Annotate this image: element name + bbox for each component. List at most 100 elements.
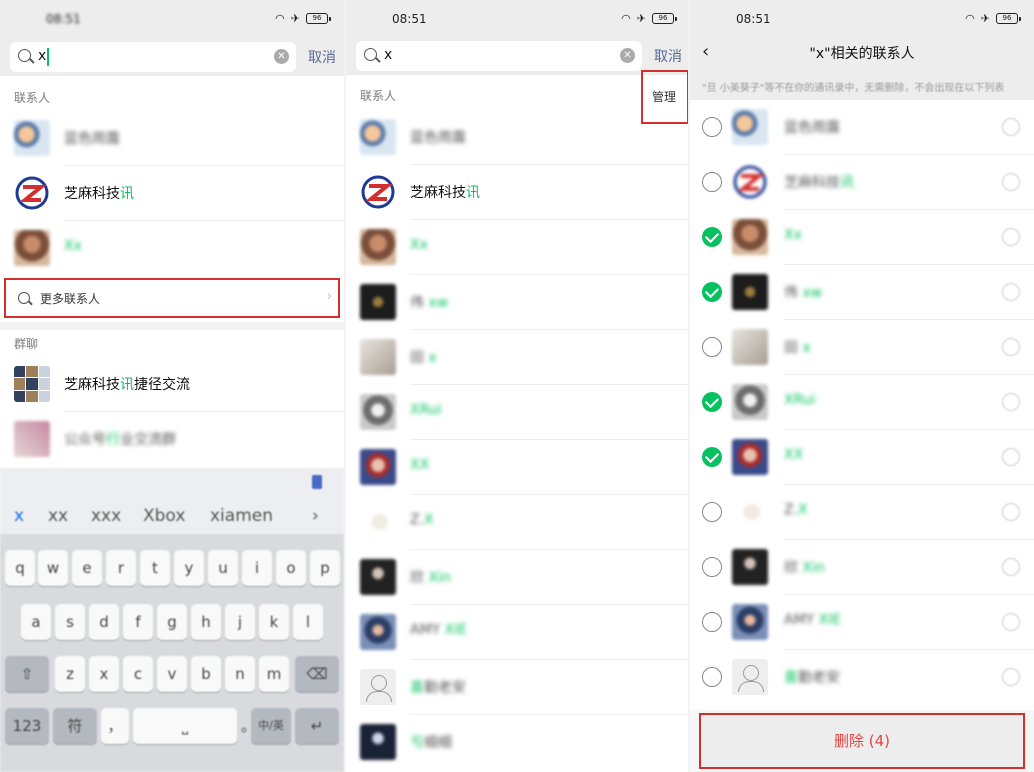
key-period[interactable]: 。 (241, 708, 256, 744)
search-input[interactable]: x ✕ (356, 41, 642, 71)
key-t[interactable]: t (140, 550, 170, 586)
selectable-contact-row[interactable]: Xx (690, 210, 1034, 265)
contact-row[interactable]: 欣 Xin (346, 550, 690, 605)
cancel-button[interactable]: 取消 (654, 46, 682, 66)
checkbox[interactable] (702, 557, 722, 577)
chevron-right-icon[interactable]: › (312, 506, 319, 526)
input-method-icon[interactable] (312, 475, 322, 489)
key-h[interactable]: h (191, 604, 221, 640)
checkbox[interactable] (702, 172, 722, 192)
checkbox[interactable] (702, 667, 722, 687)
search-input[interactable]: x ✕ (10, 42, 296, 72)
key-y[interactable]: y (174, 550, 204, 586)
backspace-key[interactable]: ⌫ (295, 656, 339, 692)
key-m[interactable]: m (259, 656, 289, 692)
contact-row[interactable]: XRui (346, 385, 690, 440)
contact-row[interactable]: AMY XIE (346, 605, 690, 660)
key-b[interactable]: b (191, 656, 221, 692)
checkbox[interactable] (702, 612, 722, 632)
key-q[interactable]: q (5, 550, 35, 586)
selectable-contact-row[interactable]: AMY XIE (690, 595, 1034, 650)
contact-row[interactable]: 芝麻科技讯 (346, 165, 690, 220)
check-icon[interactable] (702, 227, 722, 247)
checkbox[interactable] (702, 117, 722, 137)
key-u[interactable]: u (208, 550, 238, 586)
contact-row[interactable]: 伟 xw (346, 275, 690, 330)
selectable-contact-row[interactable]: 伟 xw (690, 265, 1034, 320)
selectable-contact-row[interactable]: 欣 Xin (690, 540, 1034, 595)
status-bar: 08:51 ◠ ✈ 96 (0, 0, 344, 38)
checkbox[interactable] (702, 502, 722, 522)
more-contacts-button[interactable]: 更多联系人 › (4, 278, 340, 318)
avatar (732, 439, 768, 475)
key-n[interactable]: n (225, 656, 255, 692)
cancel-button[interactable]: 取消 (308, 47, 336, 67)
info-icon (1002, 173, 1020, 191)
avatar (732, 219, 768, 255)
contact-row[interactable]: 亏细细 (346, 715, 690, 770)
selectable-contact-row[interactable]: XRui (690, 375, 1034, 430)
manage-contacts-panel: 08:51 ◠ ✈ 96 ‹ "x"相关的联系人 "旦 小美葵子"等不在你的通讯… (690, 0, 1034, 772)
check-icon[interactable] (702, 392, 722, 412)
selectable-contact-row[interactable]: 喜勤老安 (690, 650, 1034, 705)
contact-row[interactable]: 喜勤老安 (346, 660, 690, 715)
check-icon[interactable] (702, 447, 722, 467)
key-f[interactable]: f (123, 604, 153, 640)
suggestion-item[interactable]: xxx (91, 506, 121, 526)
selectable-contact-row[interactable]: 田 x (690, 320, 1034, 375)
key-j[interactable]: j (225, 604, 255, 640)
clear-icon[interactable]: ✕ (274, 49, 289, 64)
selectable-contact-row[interactable]: 芝麻科技讯 (690, 155, 1034, 210)
contact-row[interactable]: Z.X (346, 495, 690, 550)
suggestion-item[interactable]: xiamen (210, 506, 273, 526)
key-p[interactable]: p (310, 550, 340, 586)
contact-row[interactable]: Xx (0, 221, 344, 276)
key-123[interactable]: 123 (5, 708, 49, 744)
key-c[interactable]: c (123, 656, 153, 692)
space-key[interactable]: ⎵ (133, 708, 237, 744)
contact-row[interactable]: 田 x (346, 330, 690, 385)
contact-row[interactable]: 蓝色雨露 (346, 110, 690, 165)
group-row[interactable]: 芝麻科技讯捷径交流 (0, 357, 344, 412)
key-e[interactable]: e (72, 550, 102, 586)
contact-row[interactable]: 芝麻科技讯 (0, 166, 344, 221)
clear-icon[interactable]: ✕ (620, 48, 635, 63)
suggestion-item[interactable]: xx (48, 506, 68, 526)
key-a[interactable]: a (21, 604, 51, 640)
key-v[interactable]: v (157, 656, 187, 692)
key-o[interactable]: o (276, 550, 306, 586)
key-k[interactable]: k (259, 604, 289, 640)
key-symbols[interactable]: 符 (53, 708, 97, 744)
selectable-contact-row[interactable]: 蓝色雨露 (690, 100, 1034, 155)
contact-name: 喜勤老安 (410, 680, 466, 696)
key-s[interactable]: s (55, 604, 85, 640)
selectable-contact-row[interactable]: XX (690, 430, 1034, 485)
key-z[interactable]: z (55, 656, 85, 692)
key-comma[interactable]: ， (101, 708, 129, 744)
enter-key[interactable]: ↵ (295, 708, 339, 744)
search-panel: 08:51 ◠ ✈ 96 x ✕ 取消 联系人 蓝色雨露 芝麻科技讯 Xx 更多… (0, 0, 344, 772)
key-d[interactable]: d (89, 604, 119, 640)
key-r[interactable]: r (106, 550, 136, 586)
contact-row[interactable]: Xx (346, 220, 690, 275)
check-icon[interactable] (702, 282, 722, 302)
checkbox[interactable] (702, 337, 722, 357)
info-icon (1002, 503, 1020, 521)
suggestion-item[interactable]: x (14, 506, 24, 526)
contact-row[interactable]: XX (346, 440, 690, 495)
key-lang-switch[interactable]: 中/英 (251, 708, 291, 744)
contact-row[interactable]: 蓝色雨露 (0, 111, 344, 166)
contact-name: Z.X (410, 512, 434, 528)
delete-button[interactable]: 删除 (4) (699, 713, 1025, 769)
info-icon (1002, 448, 1020, 466)
selectable-contact-row[interactable]: Z.X (690, 485, 1034, 540)
key-x[interactable]: x (89, 656, 119, 692)
suggestion-item[interactable]: Xbox (143, 506, 185, 526)
shift-key[interactable]: ⇧ (5, 656, 49, 692)
wifi-icon: ◠ (621, 12, 631, 25)
key-l[interactable]: l (293, 604, 323, 640)
key-w[interactable]: w (38, 550, 68, 586)
key-g[interactable]: g (157, 604, 187, 640)
group-row[interactable]: 公众号行业交流群 (0, 412, 344, 467)
key-i[interactable]: i (242, 550, 272, 586)
